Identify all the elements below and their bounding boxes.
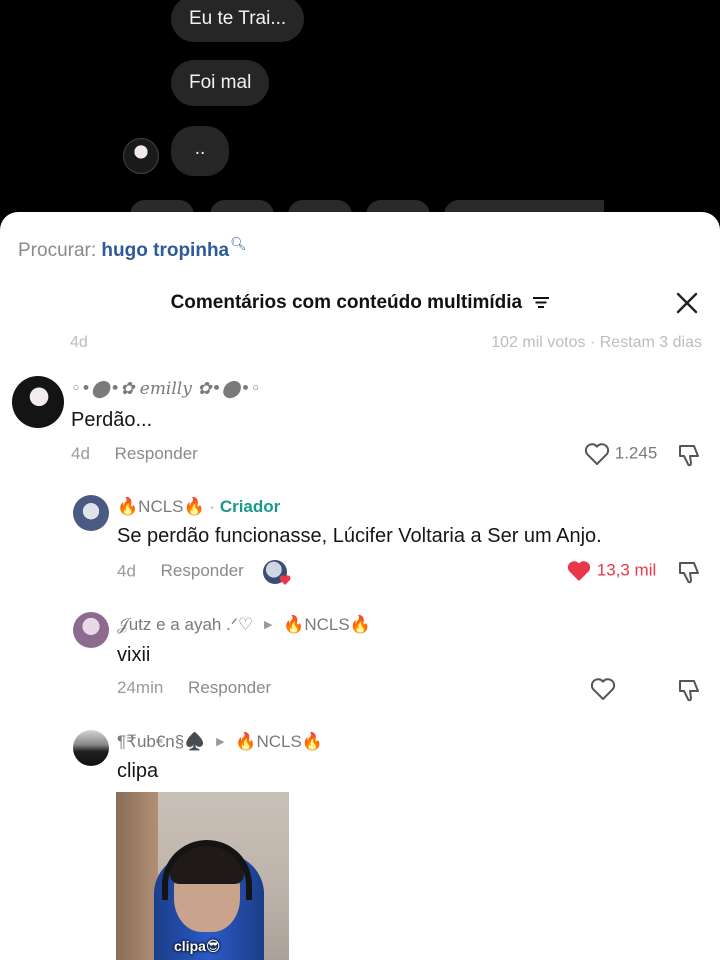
comment-media-thumbnail[interactable]: clipa😎 — [116, 792, 289, 960]
reply-arrow-icon: ▶ — [263, 619, 273, 631]
like-control[interactable]: 1.245 — [584, 442, 657, 466]
media-caption: clipa😎 — [174, 938, 221, 954]
previous-comment-meta: 4d 102 mil votos · Restam 3 dias — [70, 334, 702, 352]
reply-arrow-icon: ▶ — [216, 736, 225, 748]
dislike-icon[interactable] — [676, 559, 702, 585]
search-icon: 🔍︎ — [230, 236, 247, 251]
search-query-link[interactable]: hugo tropinha — [101, 240, 229, 261]
contact-avatar[interactable] — [123, 138, 159, 174]
headset-shape — [162, 840, 252, 900]
reply-button[interactable]: Responder — [161, 561, 244, 580]
comment-text: clipa — [117, 760, 159, 782]
comment-author[interactable]: 🔥NCLS🔥 — [117, 497, 205, 516]
search-suggestion[interactable]: Procurar: hugo tropinha🔍︎ — [18, 236, 247, 262]
comment-meta: 4d Responder — [71, 444, 198, 464]
comment-text: Se perdão funcionasse, Lúcifer Voltaria … — [117, 525, 602, 547]
message-bubble: .. — [171, 126, 229, 176]
comment-age: 4d — [70, 334, 88, 351]
poll-stats: 102 mil votos · Restam 3 dias — [491, 334, 702, 351]
comment-author[interactable]: ◦•⬤•✿ 𝑒𝑚𝑖𝑙𝑙𝑦 ✿•⬤•◦ — [71, 379, 261, 399]
comment-author-row: 𝒥utz e a ayah .ᐟ♡ ▶ 🔥NCLS🔥 — [117, 615, 371, 635]
comment-age: 4d — [117, 561, 136, 581]
filter-icon[interactable] — [533, 296, 550, 309]
comment-author-row: ¶₹ub€n§♠️ ▶ 🔥NCLS🔥 — [117, 732, 323, 752]
sheet-title-row[interactable]: Comentários com conteúdo multimídia — [0, 292, 720, 314]
reply-button[interactable]: Responder — [115, 444, 198, 463]
comment-meta: 4d Responder — [117, 560, 287, 584]
avatar[interactable] — [12, 376, 64, 428]
creator-liked-avatar — [262, 560, 287, 584]
comment-author[interactable]: ¶₹ub€n§♠️ — [117, 732, 205, 751]
like-count: 1.245 — [614, 443, 658, 463]
chat-background: Eu te Trai... Foi mal .. — [0, 0, 720, 230]
comment-text: Perdão... — [71, 409, 153, 431]
close-icon[interactable] — [676, 292, 698, 314]
search-label: Procurar: — [18, 240, 97, 261]
creator-badge: Criador — [219, 497, 281, 516]
comment-age: 4d — [71, 444, 90, 463]
avatar[interactable] — [73, 495, 109, 531]
comment-author-row: 🔥NCLS🔥 · Criador — [117, 497, 281, 516]
reply-to-author[interactable]: 🔥NCLS🔥 — [235, 732, 323, 751]
avatar[interactable] — [73, 730, 109, 766]
sheet-title: Comentários com conteúdo multimídia — [170, 292, 523, 313]
dislike-icon[interactable] — [676, 442, 702, 468]
like-control[interactable] — [590, 677, 616, 701]
heart-outline-icon[interactable] — [590, 677, 616, 701]
like-control[interactable]: 13,3 mil — [566, 559, 656, 583]
comments-sheet: Procurar: hugo tropinha🔍︎ Comentários co… — [0, 212, 720, 960]
like-count: 13,3 mil — [596, 560, 657, 580]
reply-to-author[interactable]: 🔥NCLS🔥 — [283, 615, 371, 634]
message-bubble: Foi mal — [171, 60, 270, 106]
comment-author[interactable]: 𝒥utz e a ayah .ᐟ♡ — [117, 615, 253, 634]
comment-text: vixii — [117, 644, 151, 666]
comment-age: 24min — [117, 678, 164, 697]
reply-button[interactable]: Responder — [188, 678, 271, 697]
message-bubble: Eu te Trai... — [171, 0, 305, 42]
comment-meta: 24min Responder — [117, 678, 271, 698]
dislike-icon[interactable] — [676, 677, 702, 703]
heart-outline-icon[interactable] — [584, 442, 610, 466]
heart-filled-icon[interactable] — [566, 559, 592, 583]
avatar[interactable] — [73, 612, 109, 648]
